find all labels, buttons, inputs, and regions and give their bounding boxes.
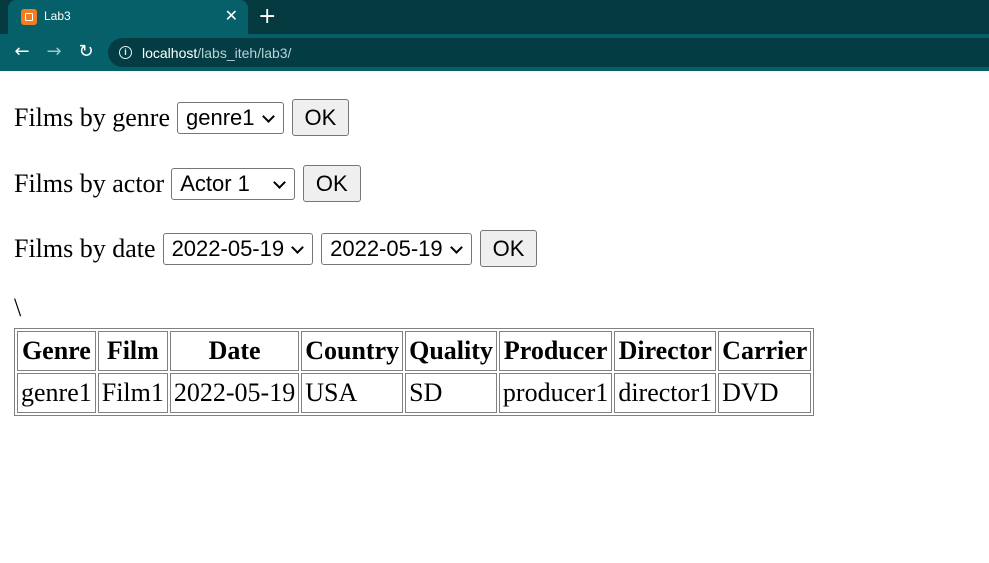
tab-title: Lab3	[44, 9, 71, 23]
new-tab-icon[interactable]: +	[258, 4, 276, 30]
cell-director: director1	[614, 373, 717, 413]
date-filter-label: Films by date	[14, 233, 156, 263]
tab-close-icon[interactable]: ✕	[225, 7, 238, 25]
column-header-quality: Quality	[405, 331, 497, 371]
back-arrow-icon[interactable]: ←	[11, 41, 33, 63]
table-row: genre1 Film1 2022-05-19 USA SD producer1…	[17, 373, 812, 413]
genre-filter-label: Films by genre	[14, 102, 170, 132]
url-text[interactable]: localhost/labs_iteh/lab3/	[142, 45, 291, 61]
column-header-date: Date	[169, 331, 300, 371]
column-header-film: Film	[97, 331, 168, 371]
cell-producer: producer1	[498, 373, 613, 413]
date-to-select[interactable]: 2022-05-19	[321, 232, 472, 265]
actor-filter-label: Films by actor	[14, 168, 165, 198]
column-header-carrier: Carrier	[718, 331, 812, 371]
table-header-row: Genre Film Date Country Quality Producer…	[17, 331, 812, 371]
actor-filter-row: Films by actor Actor 1 OK	[14, 165, 361, 202]
reload-icon[interactable]: ↻	[75, 41, 97, 63]
url-host: localhost	[142, 45, 198, 61]
column-header-country: Country	[301, 331, 404, 371]
cell-date: 2022-05-19	[169, 373, 300, 413]
cell-film: Film1	[97, 373, 168, 413]
cell-quality: SD	[405, 373, 497, 413]
xampp-favicon-icon	[21, 9, 37, 25]
actor-select[interactable]: Actor 1	[171, 167, 295, 200]
stray-backslash-text: \	[14, 293, 22, 322]
cell-country: USA	[301, 373, 404, 413]
address-bar[interactable]: i localhost/labs_iteh/lab3/	[108, 38, 989, 67]
genre-filter-row: Films by genre genre1 OK	[14, 99, 350, 136]
column-header-director: Director	[614, 331, 717, 371]
forward-arrow-icon[interactable]: →	[43, 41, 65, 63]
browser-tab[interactable]: Lab3 ✕	[8, 0, 248, 34]
browser-toolbar: ← → ↻ i localhost/labs_iteh/lab3/	[0, 34, 989, 71]
url-path: /labs_iteh/lab3/	[197, 45, 292, 61]
genre-select[interactable]: genre1	[177, 101, 284, 134]
actor-ok-button[interactable]: OK	[302, 165, 361, 202]
date-ok-button[interactable]: OK	[479, 230, 538, 267]
date-filter-row: Films by date 2022-05-19 2022-05-19 OK	[14, 230, 538, 267]
genre-ok-button[interactable]: OK	[291, 99, 350, 136]
cell-carrier: DVD	[718, 373, 812, 413]
column-header-genre: Genre	[17, 331, 96, 371]
films-table: Genre Film Date Country Quality Producer…	[14, 328, 815, 416]
tab-bar: Lab3 ✕ +	[0, 0, 989, 34]
info-icon[interactable]: i	[119, 46, 132, 59]
column-header-producer: Producer	[498, 331, 613, 371]
cell-genre: genre1	[17, 373, 96, 413]
date-from-select[interactable]: 2022-05-19	[162, 232, 314, 265]
